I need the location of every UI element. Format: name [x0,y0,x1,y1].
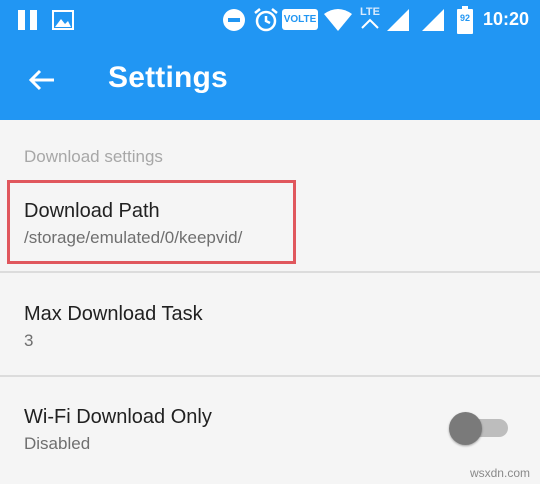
highlight-box [7,180,296,264]
arrow-back-icon[interactable] [26,64,58,96]
setting-max-download-task[interactable]: Max Download Task 3 [0,273,540,375]
battery-icon: 92 [457,6,473,34]
do-not-disturb-icon [223,9,245,31]
status-bar: VOLTE LTE 92 10:20 [0,0,540,40]
setting-subtitle: Disabled [24,434,91,453]
toggle-thumb[interactable] [449,412,482,445]
app-bar: Settings [0,40,540,120]
status-time: 10:20 [483,9,530,29]
battery-level: 92 [459,13,470,23]
signal-icon [387,9,409,31]
setting-subtitle: 3 [24,331,34,350]
lte-icon: LTE [358,6,382,34]
watermark: wsxdn.com [469,466,530,480]
section-header: Download settings [24,147,163,166]
volte-badge: VOLTE [282,9,318,30]
setting-title: Wi-Fi Download Only [24,406,212,428]
setting-title: Max Download Task [24,303,203,325]
wifi-icon [324,9,352,31]
signal-icon [422,9,444,31]
alarm-icon [254,8,278,32]
image-icon [52,10,74,30]
pause-icon [18,10,37,30]
page-title: Settings [108,61,228,94]
